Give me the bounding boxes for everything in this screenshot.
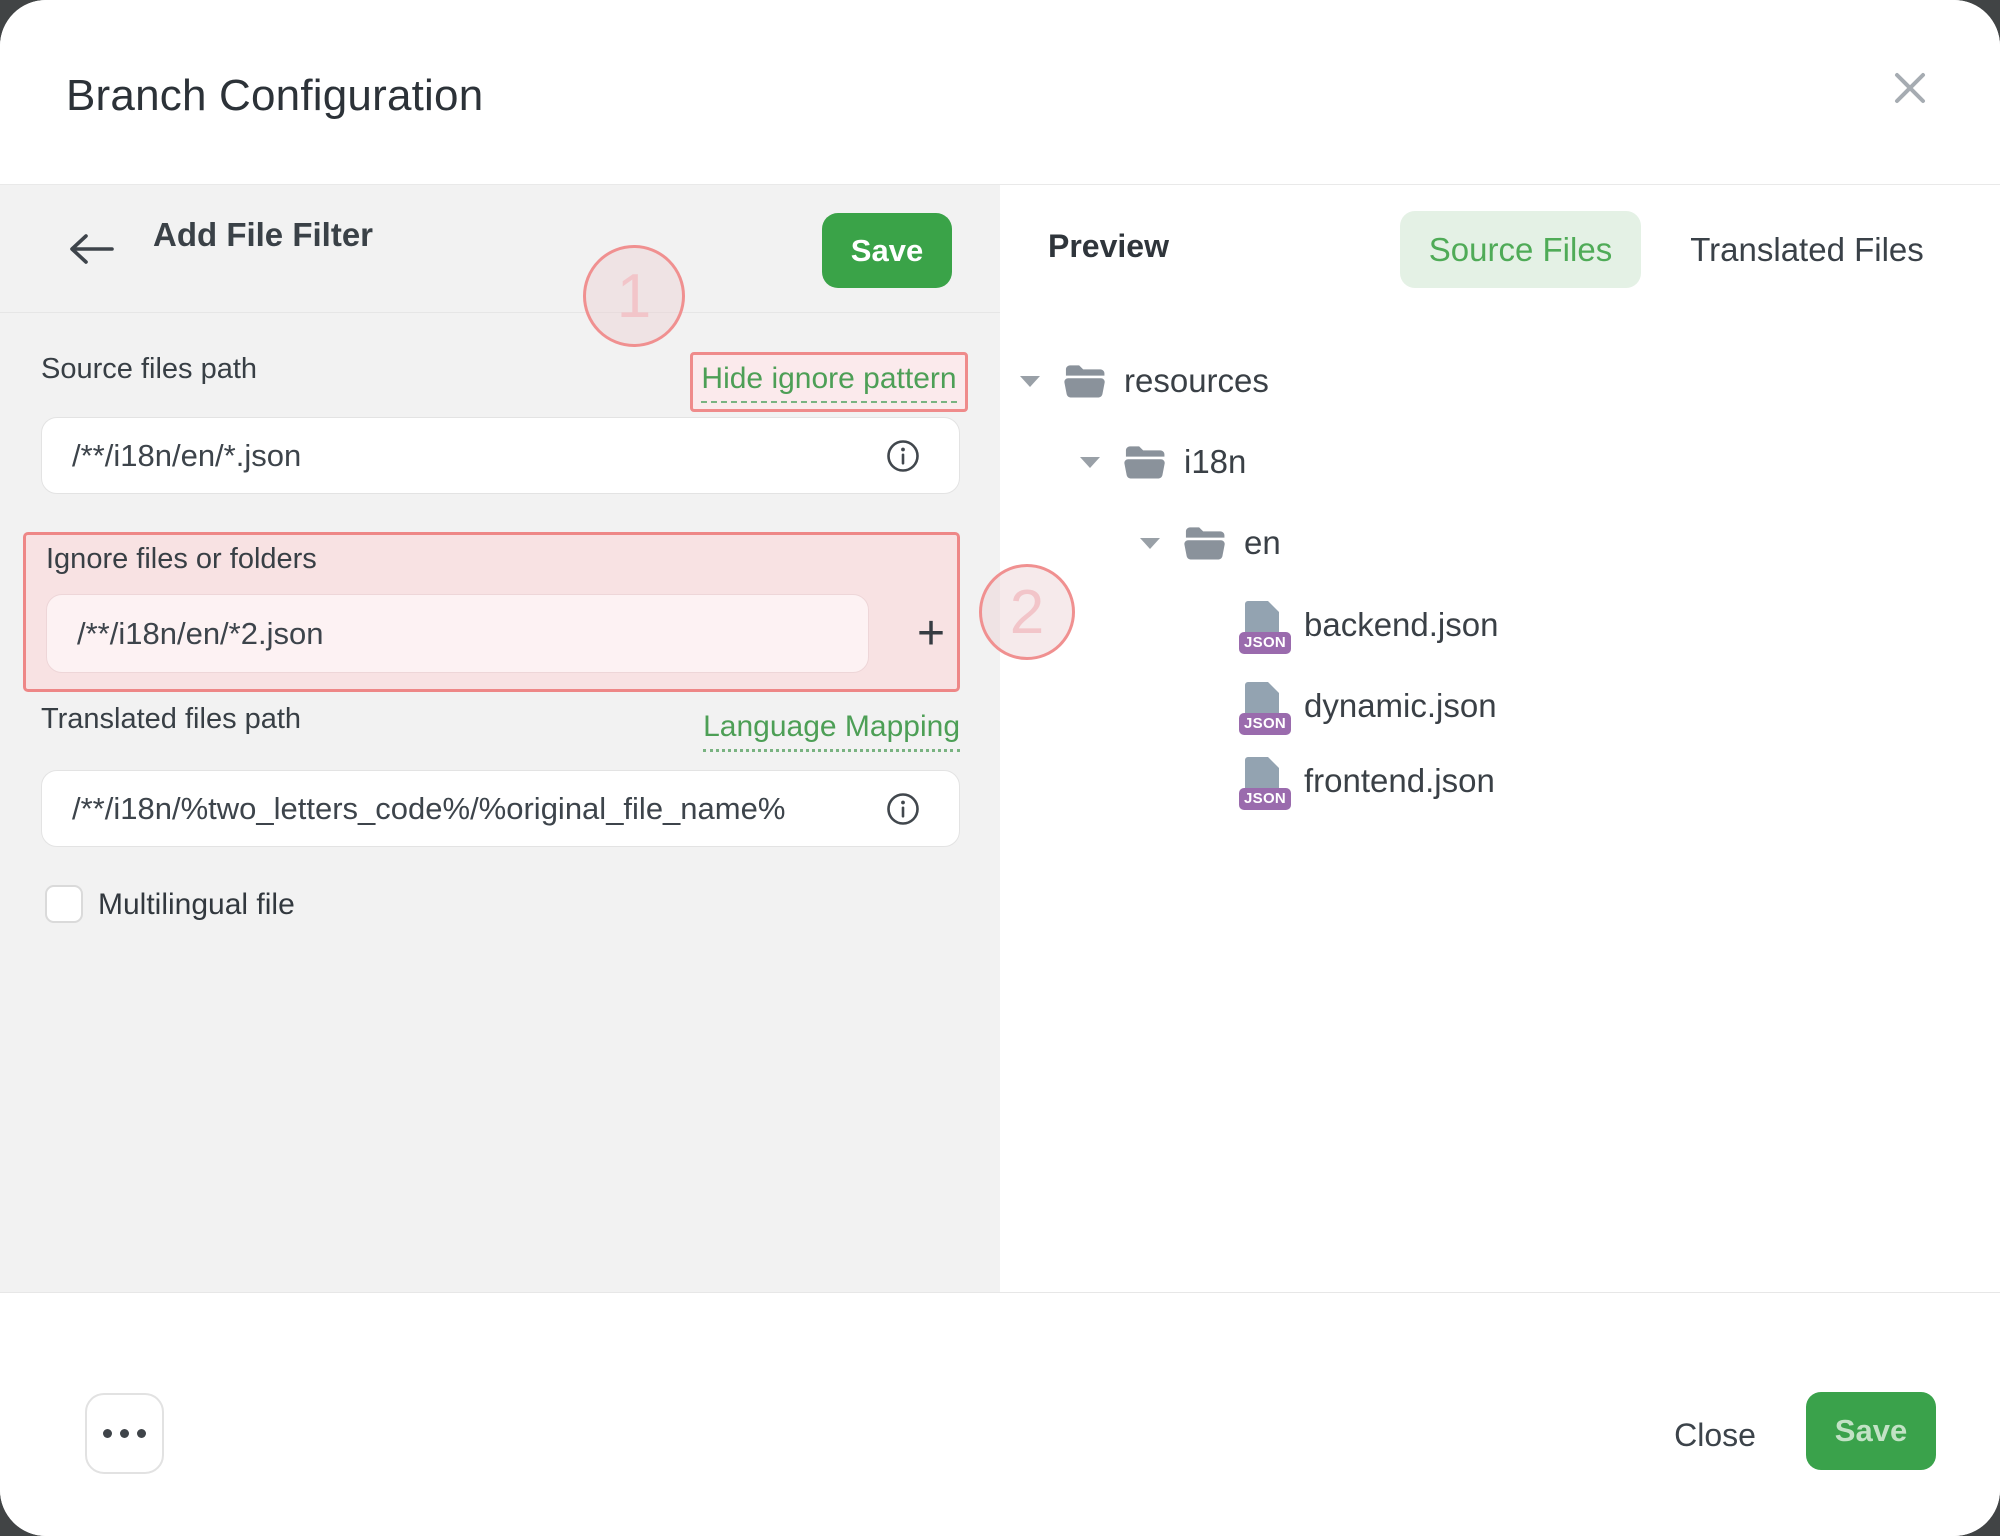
tree-row[interactable]: JSON backend.json bbox=[1000, 600, 2000, 650]
folder-icon bbox=[1063, 363, 1107, 405]
translated-files-path-input[interactable] bbox=[41, 770, 960, 847]
more-options-button[interactable] bbox=[85, 1393, 164, 1474]
file-tree: resources i18n en JSON backend.json JSON dynam… bbox=[1000, 185, 2000, 1292]
tree-item-label: resources bbox=[1124, 356, 1269, 406]
filter-toolbar: Add File Filter Save bbox=[0, 185, 1000, 313]
add-ignore-pattern-button[interactable]: + bbox=[894, 591, 968, 675]
dialog-footer: Close Save bbox=[0, 1292, 2000, 1536]
tree-row[interactable]: i18n bbox=[1000, 437, 2000, 487]
hide-ignore-pattern-link[interactable]: Hide ignore pattern bbox=[701, 362, 956, 403]
caret-down-icon[interactable] bbox=[1020, 376, 1040, 387]
save-button[interactable]: Save bbox=[1806, 1392, 1936, 1470]
tree-item-label: i18n bbox=[1184, 437, 1246, 487]
ellipsis-icon bbox=[103, 1429, 112, 1438]
info-icon[interactable] bbox=[886, 439, 920, 473]
ignore-files-label: Ignore files or folders bbox=[46, 543, 317, 576]
json-badge: JSON bbox=[1239, 632, 1291, 654]
tree-item-label: backend.json bbox=[1304, 600, 1498, 650]
language-mapping-link[interactable]: Language Mapping bbox=[703, 710, 960, 752]
source-files-path-label: Source files path bbox=[41, 353, 257, 386]
annotation-step-1: 1 bbox=[583, 245, 685, 347]
caret-down-icon[interactable] bbox=[1140, 538, 1160, 549]
translated-files-path-label: Translated files path bbox=[41, 703, 301, 736]
source-files-path-input[interactable] bbox=[41, 417, 960, 494]
branch-configuration-dialog: Branch Configuration Add File Filter Sav… bbox=[0, 0, 2000, 1536]
multilingual-file-label: Multilingual file bbox=[98, 888, 295, 922]
ignore-pattern-highlight: Ignore files or folders + bbox=[23, 532, 960, 692]
file-filter-panel: Add File Filter Save Source files path H… bbox=[0, 185, 1000, 1292]
tree-row[interactable]: JSON frontend.json bbox=[1000, 756, 2000, 806]
json-file-icon: JSON bbox=[1243, 601, 1279, 647]
folder-icon bbox=[1183, 525, 1227, 567]
json-badge: JSON bbox=[1239, 788, 1291, 810]
json-file-icon: JSON bbox=[1243, 682, 1279, 728]
info-icon[interactable] bbox=[886, 792, 920, 826]
json-badge: JSON bbox=[1239, 713, 1291, 735]
tree-item-label: dynamic.json bbox=[1304, 681, 1497, 731]
preview-panel: Preview Source Files Translated Files re… bbox=[1000, 185, 2000, 1292]
folder-icon bbox=[1123, 444, 1167, 486]
dialog-title: Branch Configuration bbox=[66, 71, 483, 121]
multilingual-file-checkbox[interactable] bbox=[45, 885, 83, 923]
close-icon[interactable] bbox=[1880, 58, 1940, 118]
ellipsis-icon bbox=[137, 1429, 146, 1438]
hide-ignore-pattern-highlight: Hide ignore pattern bbox=[690, 352, 968, 412]
dialog-header: Branch Configuration bbox=[0, 0, 2000, 185]
tree-item-label: frontend.json bbox=[1304, 756, 1495, 806]
json-file-icon: JSON bbox=[1243, 757, 1279, 803]
caret-down-icon[interactable] bbox=[1080, 457, 1100, 468]
back-arrow-icon[interactable] bbox=[66, 229, 118, 269]
tree-row[interactable]: resources bbox=[1000, 356, 2000, 406]
annotation-step-2: 2 bbox=[979, 564, 1075, 660]
close-button[interactable]: Close bbox=[1650, 1405, 1780, 1465]
ellipsis-icon bbox=[120, 1429, 129, 1438]
tree-item-label: en bbox=[1244, 518, 1281, 568]
tree-row[interactable]: en bbox=[1000, 518, 2000, 568]
save-filter-button[interactable]: Save bbox=[822, 213, 952, 288]
ignore-pattern-input[interactable] bbox=[46, 594, 869, 673]
filter-title: Add File Filter bbox=[153, 216, 373, 254]
tree-row[interactable]: JSON dynamic.json bbox=[1000, 681, 2000, 731]
